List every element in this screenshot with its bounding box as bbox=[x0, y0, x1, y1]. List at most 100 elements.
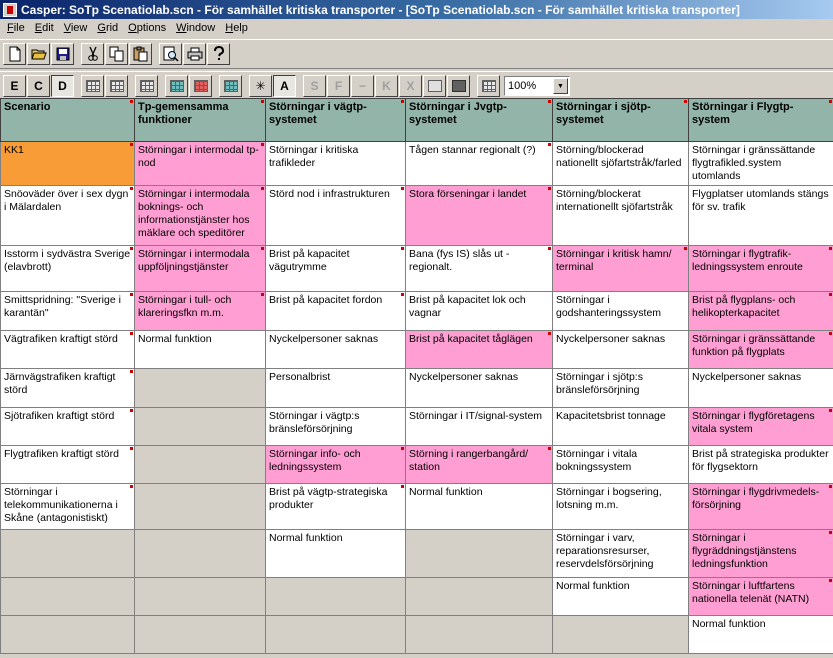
grid-color-button-cyan[interactable] bbox=[219, 75, 242, 97]
disturbance-cell[interactable]: Störningar i tull- och klareringsfkn m.m… bbox=[134, 291, 266, 331]
disturbance-cell[interactable] bbox=[405, 577, 553, 616]
disturbance-cell[interactable]: Störningar i IT/signal-system bbox=[405, 407, 553, 446]
new-file-button[interactable] bbox=[3, 43, 26, 65]
menu-help[interactable]: Help bbox=[220, 22, 253, 34]
disturbance-cell[interactable] bbox=[134, 529, 266, 578]
minus-button[interactable]: − bbox=[351, 75, 374, 97]
grid-color-button-teal[interactable] bbox=[165, 75, 188, 97]
disturbance-cell[interactable]: Störningar i luftfartens nationella tele… bbox=[688, 577, 833, 616]
column-header[interactable]: Störningar i Flygtp-system bbox=[688, 98, 833, 142]
light-gray-fill-button[interactable] bbox=[423, 75, 446, 97]
disturbance-cell[interactable] bbox=[134, 577, 266, 616]
menu-view[interactable]: View bbox=[59, 22, 93, 34]
disturbance-cell[interactable]: Personalbrist bbox=[265, 368, 406, 408]
disturbance-cell[interactable]: Nyckelpersoner saknas bbox=[405, 368, 553, 408]
column-header[interactable]: Störningar i vägtp-systemet bbox=[265, 98, 406, 142]
app-icon[interactable] bbox=[3, 2, 17, 17]
disturbance-cell[interactable]: Störningar i flygräddningstjänstens ledn… bbox=[688, 529, 833, 578]
disturbance-cell[interactable]: Nyckelpersoner saknas bbox=[265, 330, 406, 369]
grid-layout-button-1[interactable] bbox=[81, 75, 104, 97]
disturbance-cell[interactable]: Normal funktion bbox=[265, 529, 406, 578]
disturbance-cell[interactable]: Tågen stannar regionalt (?) bbox=[405, 141, 553, 186]
disturbance-cell[interactable]: Kapacitetsbrist tonnage bbox=[552, 407, 689, 446]
disturbance-cell[interactable]: Störningar i sjötp:s bränsleförsörjning bbox=[552, 368, 689, 408]
disturbance-cell[interactable]: Nyckelpersoner saknas bbox=[552, 330, 689, 369]
menu-edit[interactable]: Edit bbox=[30, 22, 59, 34]
scenario-cell[interactable]: Sjötrafiken kraftigt störd bbox=[0, 407, 135, 446]
menu-file[interactable]: File bbox=[2, 22, 30, 34]
disturbance-cell[interactable]: Störningar i vitala bokningssystem bbox=[552, 445, 689, 484]
disturbance-cell[interactable]: Störning/blockerad nationellt sjöfartstr… bbox=[552, 141, 689, 186]
scenario-cell[interactable]: Järnvägstrafiken kraftigt störd bbox=[0, 368, 135, 408]
disturbance-cell[interactable] bbox=[552, 615, 689, 654]
disturbance-cell[interactable]: Störningar i kritiska trafikleder bbox=[265, 141, 406, 186]
s-button[interactable]: S bbox=[303, 75, 326, 97]
print-button[interactable] bbox=[183, 43, 206, 65]
scenario-cell[interactable]: Smittspridning: "Sverige i karantän" bbox=[0, 291, 135, 331]
disturbance-cell[interactable]: Störningar i bogsering, lotsning m.m. bbox=[552, 483, 689, 530]
column-header[interactable]: Tp-gemensamma funktioner bbox=[134, 98, 266, 142]
disturbance-cell[interactable]: Störningar i intermodala uppföljningstjä… bbox=[134, 245, 266, 292]
disturbance-cell[interactable]: Störning i rangerbangård/ station bbox=[405, 445, 553, 484]
disturbance-cell[interactable]: Nyckelpersoner saknas bbox=[688, 368, 833, 408]
disturbance-cell[interactable]: Störningar i flygföretagens vitala syste… bbox=[688, 407, 833, 446]
disturbance-cell[interactable] bbox=[405, 529, 553, 578]
disturbance-cell[interactable] bbox=[134, 615, 266, 654]
disturbance-cell[interactable]: Normal funktion bbox=[552, 577, 689, 616]
column-header[interactable]: Störningar i Jvgtp-systemet bbox=[405, 98, 553, 142]
paste-button[interactable] bbox=[129, 43, 152, 65]
scenario-cell[interactable] bbox=[0, 529, 135, 578]
scenario-cell[interactable]: Isstorm i sydvästra Sverige (elavbrott) bbox=[0, 245, 135, 292]
disturbance-cell[interactable]: Bana (fys IS) slås ut - regionalt. bbox=[405, 245, 553, 292]
grid-color-button-red[interactable] bbox=[189, 75, 212, 97]
open-button[interactable] bbox=[27, 43, 50, 65]
k-button[interactable]: K bbox=[375, 75, 398, 97]
disturbance-cell[interactable]: Störd nod i infrastrukturen bbox=[265, 185, 406, 246]
a-button[interactable]: A bbox=[273, 75, 296, 97]
grid-layout-button-3[interactable] bbox=[135, 75, 158, 97]
disturbance-cell[interactable]: Brist på flygplans- och helikopterkapaci… bbox=[688, 291, 833, 331]
print-preview-button[interactable] bbox=[159, 43, 182, 65]
disturbance-cell[interactable]: Normal funktion bbox=[134, 330, 266, 369]
disturbance-cell[interactable]: Brist på kapacitet vägutrymme bbox=[265, 245, 406, 292]
save-button[interactable] bbox=[51, 43, 74, 65]
disturbance-cell[interactable]: Brist på kapacitet fordon bbox=[265, 291, 406, 331]
zoom-select[interactable]: 100% ▼ bbox=[504, 76, 570, 96]
disturbance-cell[interactable]: Brist på vägtp-strategiska produkter bbox=[265, 483, 406, 530]
disturbance-cell[interactable]: Störning/blockerat internationellt sjöfa… bbox=[552, 185, 689, 246]
disturbance-cell[interactable] bbox=[134, 368, 266, 408]
zoom-grid-button[interactable] bbox=[477, 75, 500, 97]
zoom-dropdown-button[interactable]: ▼ bbox=[553, 78, 568, 94]
disturbance-cell[interactable] bbox=[265, 615, 406, 654]
disturbance-cell[interactable]: Stora förseningar i landet bbox=[405, 185, 553, 246]
grid-layout-button-2[interactable] bbox=[105, 75, 128, 97]
disturbance-cell[interactable]: Flygplatser utomlands stängs för sv. tra… bbox=[688, 185, 833, 246]
scenario-cell[interactable]: KK1 bbox=[0, 141, 135, 186]
e-mode-button[interactable]: E bbox=[3, 75, 26, 97]
scenario-cell[interactable]: Flygtrafiken kraftigt störd bbox=[0, 445, 135, 484]
disturbance-cell[interactable]: Störningar i godshanteringssystem bbox=[552, 291, 689, 331]
c-mode-button[interactable]: C bbox=[27, 75, 50, 97]
cut-button[interactable] bbox=[81, 43, 104, 65]
x-button[interactable]: X bbox=[399, 75, 422, 97]
disturbance-cell[interactable]: Brist på strategiska produkter för flygs… bbox=[688, 445, 833, 484]
disturbance-cell[interactable] bbox=[134, 407, 266, 446]
star-button[interactable]: ✳ bbox=[249, 75, 272, 97]
disturbance-cell[interactable] bbox=[134, 445, 266, 484]
disturbance-cell[interactable]: Störningar i vägtp:s bränsleförsörjning bbox=[265, 407, 406, 446]
scenario-cell[interactable]: Vägtrafiken kraftigt störd bbox=[0, 330, 135, 369]
column-header[interactable]: Störningar i sjötp-systemet bbox=[552, 98, 689, 142]
d-mode-button[interactable]: D bbox=[51, 75, 74, 97]
menu-grid[interactable]: Grid bbox=[92, 22, 123, 34]
disturbance-cell[interactable]: Störningar i kritisk hamn/ terminal bbox=[552, 245, 689, 292]
disturbance-cell[interactable]: Störningar i flygtrafik-ledningssystem e… bbox=[688, 245, 833, 292]
disturbance-cell[interactable]: Störningar i intermodal tp-nod bbox=[134, 141, 266, 186]
help-button[interactable] bbox=[207, 43, 230, 65]
f-button[interactable]: F bbox=[327, 75, 350, 97]
disturbance-cell[interactable]: Brist på kapacitet tåglägen bbox=[405, 330, 553, 369]
disturbance-cell[interactable] bbox=[265, 577, 406, 616]
scenario-cell[interactable]: Snöoväder över i sex dygn i Mälardalen bbox=[0, 185, 135, 246]
disturbance-cell[interactable]: Störningar i intermodala boknings- och i… bbox=[134, 185, 266, 246]
disturbance-cell[interactable] bbox=[134, 483, 266, 530]
menu-window[interactable]: Window bbox=[171, 22, 220, 34]
